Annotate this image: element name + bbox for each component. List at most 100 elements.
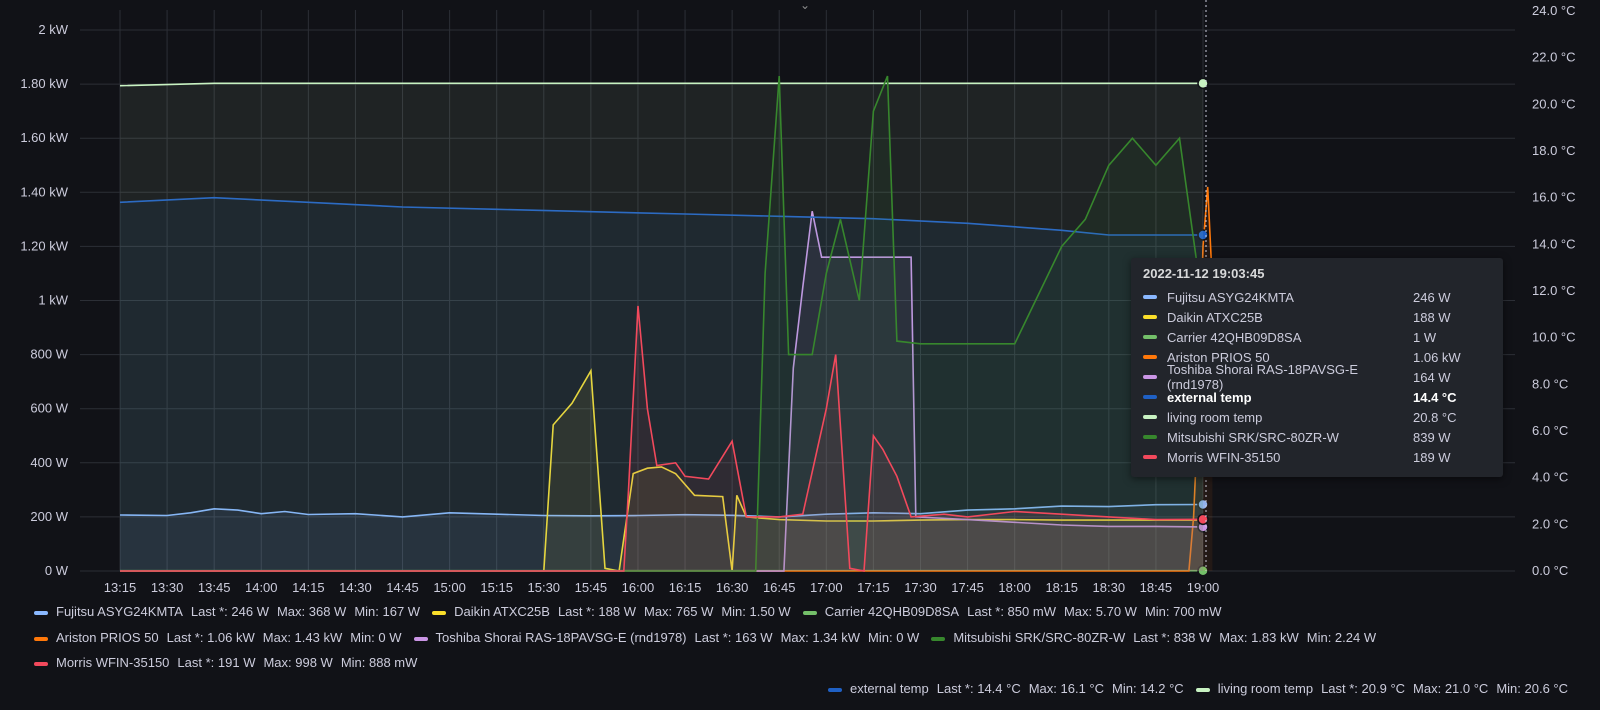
legend-item[interactable]: Carrier 42QHB09D8SA Last *: 850 mW Max: 5.… [802,604,1222,619]
legend-stat-last: Last *: 246 W [190,604,269,619]
legend-stat-min: Min: 0 W [868,630,920,645]
x-tick-label: 16:15 [669,580,702,595]
tooltip-series-value: 839 W [1413,429,1451,445]
tooltip-series-value: 20.8 °C [1413,409,1457,425]
tooltip-series-value: 188 W [1413,309,1451,325]
legend-series-name: external temp [849,681,929,696]
legend-stat-max: Max: 21.0 °C [1413,681,1489,696]
x-axis: 13:15 13:30 13:45 14:00 14:15 14:30 14:45 15:00… [104,580,1220,595]
legend-stat-last: Last *: 1.06 kW [166,630,255,645]
legend-item[interactable]: Daikin ATXC25B Last *: 188 W Max: 765 W Min… [432,604,791,619]
tooltip-row: Morris WFIN-35150 189 W [1143,447,1491,467]
legend-item[interactable]: living room temp Last *: 20.9 °C Max: 21.0… [1195,681,1568,696]
tooltip-row: living room temp 20.8 °C [1143,407,1491,427]
x-tick-label: 16:45 [763,580,796,595]
x-tick-label: 14:45 [386,580,419,595]
x-tick-label: 15:15 [480,580,513,595]
series-swatch [34,636,48,641]
tooltip-series-name: external temp [1167,389,1252,405]
y-right-tick-label: 6.0 °C [1532,423,1568,438]
y-right-tick-label: 10.0 °C [1532,330,1576,345]
legend-item[interactable]: Mitsubishi SRK/SRC-80ZR-W Last *: 838 W Ma… [931,630,1376,645]
y-right-tick-label: 24.0 °C [1532,3,1576,18]
tooltip-series-value: 1 W [1413,329,1437,345]
legend-row-1: Fujitsu ASYG24KMTA Last *: 246 W Max: 368 … [34,604,1234,619]
tooltip-row: Toshiba Shorai RAS-18PAVSG-E (rnd1978) 16… [1143,362,1491,392]
legend-stat-last: Last *: 838 W [1133,630,1212,645]
y-right-tick-label: 20.0 °C [1532,96,1576,111]
y-left-tick-label: 1.40 kW [20,184,68,199]
legend-series-name: living room temp [1217,681,1314,696]
y-axis-right: 0.0 °C 2.0 °C 4.0 °C 6.0 °C 8.0 °C 10.0 °C 12.… [1532,3,1576,578]
tooltip-time: 2022-11-12 19:03:45 [1143,266,1265,281]
legend-stat-max: Max: 5.70 W [1063,604,1137,619]
tooltip-row: Fujitsu ASYG24KMTA 246 W [1143,287,1491,307]
tooltip-series-name: Daikin ATXC25B [1167,309,1263,325]
x-tick-label: 17:15 [857,580,890,595]
legend-series-name: Daikin ATXC25B [454,604,550,619]
legend-stat-min: Min: 888 mW [340,655,418,670]
x-tick-label: 18:15 [1045,580,1078,595]
legend-stat-last: Last *: 20.9 °C [1321,681,1406,696]
tooltip-series-value: 14.4 °C [1413,389,1457,405]
x-tick-label: 17:45 [951,580,984,595]
legend-stat-max: Max: 765 W [643,604,714,619]
chevron-down-icon[interactable]: ⌄ [800,0,810,12]
y-axis-left: 0 W 200 W 400 W 600 W 800 W 1 kW 1.20 kW 1.40 k… [20,22,68,578]
series-swatch [1143,335,1157,339]
legend-stat-min: Min: 20.6 °C [1496,681,1568,696]
series-swatch [34,661,48,666]
legend-item[interactable]: external temp Last *: 14.4 °C Max: 16.1 °C… [827,681,1184,696]
series-swatch [1143,395,1157,399]
legend-stat-max: Max: 1.34 kW [780,630,861,645]
legend-stat-last: Last *: 188 W [557,604,636,619]
legend-item[interactable]: Morris WFIN-35150 Last *: 191 W Max: 998 W… [34,655,417,670]
y-left-tick-label: 200 W [30,509,68,524]
x-tick-label: 13:15 [104,580,137,595]
series-swatch [802,610,817,615]
x-tick-label: 13:30 [151,580,184,595]
legend-series-name: Mitsubishi SRK/SRC-80ZR-W [953,630,1126,645]
y-left-tick-label: 1.60 kW [20,130,68,145]
legend-item[interactable]: Ariston PRIOS 50 Last *: 1.06 kW Max: 1.43… [34,630,402,645]
series-swatch [1143,315,1157,319]
legend-item[interactable]: Fujitsu ASYG24KMTA Last *: 246 W Max: 368 … [34,604,420,619]
y-right-tick-label: 8.0 °C [1532,376,1568,391]
tooltip-series-name: Morris WFIN-35150 [1167,449,1281,465]
series-swatch [1143,375,1157,379]
legend-stat-max: Max: 16.1 °C [1028,681,1105,696]
tooltip-series-name: Fujitsu ASYG24KMTA [1167,289,1294,305]
legend-item[interactable]: Toshiba Shorai RAS-18PAVSG-E (rnd1978) La… [413,630,920,645]
legend-stat-last: Last *: 14.4 °C [936,681,1021,696]
legend-stat-max: Max: 1.43 kW [262,630,343,645]
y-left-tick-label: 2 kW [38,22,68,37]
legend-stat-min: Min: 167 W [354,604,421,619]
tooltip-series-name: Toshiba Shorai RAS-18PAVSG-E (rnd1978) [1167,362,1358,392]
series-swatch [1143,455,1157,459]
x-tick-label: 18:30 [1093,580,1126,595]
legend-series-name: Fujitsu ASYG24KMTA [56,604,183,619]
y-left-tick-label: 400 W [30,455,68,470]
x-tick-label: 13:45 [198,580,231,595]
tooltip-series-value: 189 W [1413,449,1451,465]
legend-series-name: Toshiba Shorai RAS-18PAVSG-E (rnd1978) [435,630,687,645]
tooltip-rows: Fujitsu ASYG24KMTA 246 W Daikin ATXC25B 188… [1143,287,1491,467]
hover-tooltip: 2022-11-12 19:03:45 Fujitsu ASYG24KMTA 24… [1131,258,1503,477]
x-tick-label: 14:00 [245,580,278,595]
series-swatch [432,610,447,615]
x-tick-label: 15:00 [433,580,466,595]
legend-series-name: Morris WFIN-35150 [56,655,170,670]
tooltip-series-name: living room temp [1167,409,1263,425]
series-swatch [1195,687,1210,692]
tooltip-series-value: 246 W [1413,289,1451,305]
x-tick-label: 15:30 [528,580,561,595]
series-swatch [1143,435,1157,439]
y-left-tick-label: 1.80 kW [20,76,68,91]
legend-stat-max: Max: 368 W [276,604,347,619]
series-swatch [1143,295,1157,299]
legend-stat-last: Last *: 163 W [694,630,773,645]
x-tick-label: 16:00 [622,580,655,595]
legend-row-3: Morris WFIN-35150 Last *: 191 W Max: 998 W… [34,655,429,670]
legend-stat-max: Max: 1.83 kW [1219,630,1299,645]
y-left-tick-label: 1.20 kW [20,238,68,253]
